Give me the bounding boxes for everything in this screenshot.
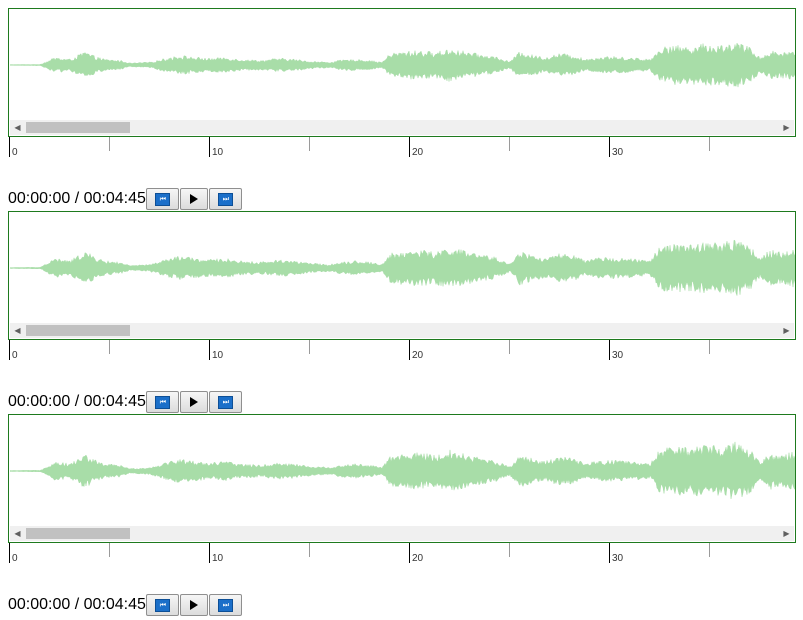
timeline-ruler: 0 10 20 30: [8, 137, 798, 157]
time-display: 00:00:00 / 00:04:45: [8, 190, 146, 207]
audio-player-1: ◀ ▶ 0 10 20 30 00:00:00 / 00:04:45 ⏮ ⏭: [8, 8, 798, 210]
playback-controls: 00:00:00 / 00:04:45 ⏮ ⏭: [8, 594, 243, 616]
skip-forward-button[interactable]: ⏭: [208, 188, 242, 210]
waveform[interactable]: [10, 10, 796, 120]
timeline-label-20: 20: [412, 147, 424, 157]
timeline-label-0: 0: [12, 147, 18, 157]
time-display: 00:00:00 / 00:04:45: [8, 596, 146, 613]
skip-forward-button[interactable]: ⏭: [208, 391, 242, 413]
skip-back-icon: ⏮: [154, 192, 170, 206]
skip-back-icon: ⏮: [154, 395, 170, 409]
timeline-label-0: 0: [12, 553, 18, 563]
audio-player-2: ◀ ▶ 0 10 20 30 00:00:00 / 00:04:45 ⏮ ⏭: [8, 211, 798, 413]
scroll-right-arrow-icon[interactable]: ▶: [779, 323, 794, 338]
play-button[interactable]: [179, 594, 208, 616]
waveform[interactable]: [10, 213, 796, 323]
scrollbar-thumb[interactable]: [26, 325, 130, 336]
skip-back-icon: ⏮: [154, 598, 170, 612]
play-icon: [189, 600, 198, 610]
timeline-label-20: 20: [412, 350, 424, 360]
horizontal-scrollbar[interactable]: ◀ ▶: [10, 526, 794, 541]
waveform[interactable]: [10, 416, 796, 526]
horizontal-scrollbar[interactable]: ◀ ▶: [10, 323, 794, 338]
skip-forward-icon: ⏭: [217, 598, 233, 612]
playback-controls: 00:00:00 / 00:04:45 ⏮ ⏭: [8, 391, 243, 413]
waveform-panel[interactable]: ◀ ▶: [8, 8, 796, 137]
skip-backward-button[interactable]: ⏮: [145, 188, 179, 210]
timeline-label-30: 30: [612, 147, 624, 157]
audio-player-3: ◀ ▶ 0 10 20 30 00:00:00 / 00:04:45 ⏮ ⏭: [8, 414, 798, 616]
play-button[interactable]: [179, 391, 208, 413]
scrollbar-thumb[interactable]: [26, 122, 130, 133]
scrollbar-thumb[interactable]: [26, 528, 130, 539]
timeline-label-30: 30: [612, 553, 624, 563]
timeline-label-0: 0: [12, 350, 18, 360]
timeline-label-10: 10: [212, 147, 224, 157]
skip-forward-button[interactable]: ⏭: [208, 594, 242, 616]
play-button[interactable]: [179, 188, 208, 210]
timeline-label-10: 10: [212, 553, 224, 563]
page: ◀ ▶ 0 10 20 30 00:00:00 / 00:04:45 ⏮ ⏭ ◀: [0, 0, 803, 620]
skip-backward-button[interactable]: ⏮: [145, 391, 179, 413]
timeline-label-30: 30: [612, 350, 624, 360]
waveform-shape: [10, 441, 795, 499]
play-icon: [189, 194, 198, 204]
scroll-left-arrow-icon[interactable]: ◀: [10, 323, 25, 338]
timeline-ruler: 0 10 20 30: [8, 543, 798, 563]
skip-backward-button[interactable]: ⏮: [145, 594, 179, 616]
skip-forward-icon: ⏭: [217, 395, 233, 409]
scroll-right-arrow-icon[interactable]: ▶: [779, 120, 794, 135]
waveform-panel[interactable]: ◀ ▶: [8, 211, 796, 340]
skip-forward-icon: ⏭: [217, 192, 233, 206]
waveform-panel[interactable]: ◀ ▶: [8, 414, 796, 543]
scroll-right-arrow-icon[interactable]: ▶: [779, 526, 794, 541]
playback-controls: 00:00:00 / 00:04:45 ⏮ ⏭: [8, 188, 243, 210]
timeline-ruler: 0 10 20 30: [8, 340, 798, 360]
timeline-label-10: 10: [212, 350, 224, 360]
time-display: 00:00:00 / 00:04:45: [8, 393, 146, 410]
horizontal-scrollbar[interactable]: ◀ ▶: [10, 120, 794, 135]
timeline-label-20: 20: [412, 553, 424, 563]
scroll-left-arrow-icon[interactable]: ◀: [10, 526, 25, 541]
scroll-left-arrow-icon[interactable]: ◀: [10, 120, 25, 135]
play-icon: [189, 397, 198, 407]
